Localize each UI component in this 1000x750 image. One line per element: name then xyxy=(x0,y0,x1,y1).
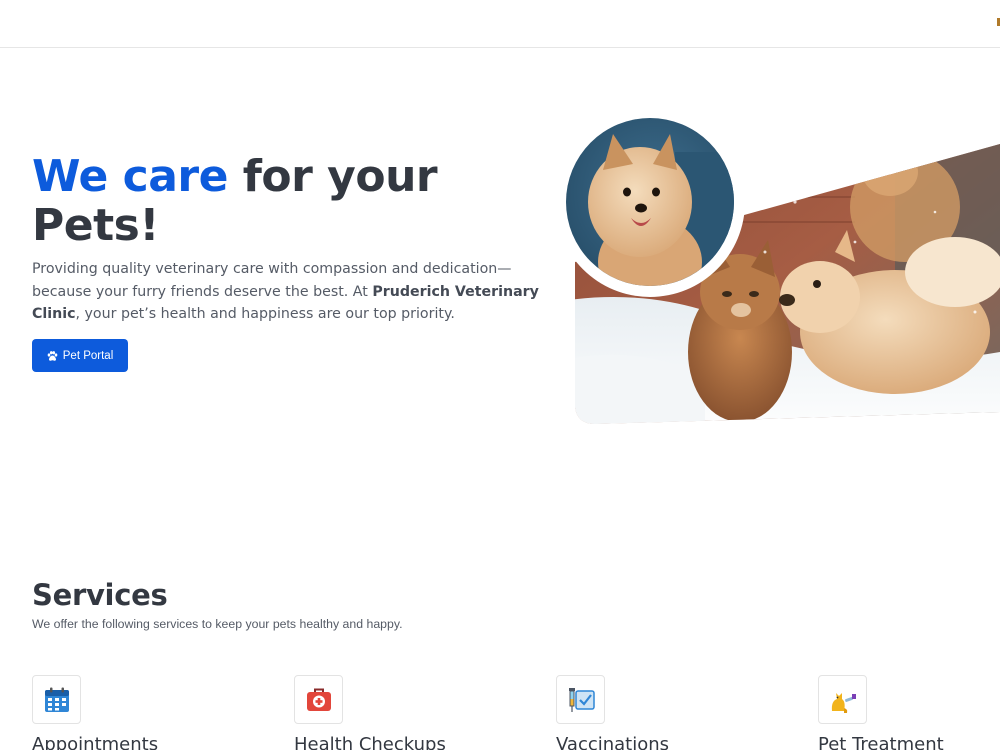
service-card-pet-treatment[interactable]: Pet Treatment xyxy=(818,675,1000,750)
service-title: Pet Treatment xyxy=(818,734,944,750)
service-card-vaccinations[interactable]: Vaccinations xyxy=(556,675,796,750)
services-title: Services xyxy=(32,578,168,612)
service-title: Appointments xyxy=(32,734,159,750)
pet-portal-label: Pet Portal xyxy=(62,349,114,362)
paw-icon xyxy=(47,350,58,361)
hero-title: We care for your Pets! xyxy=(32,152,552,250)
syringe-icon xyxy=(556,675,605,724)
hero-description-end: , your pet’s health and happiness are ou… xyxy=(75,306,455,323)
service-card-health-checkups[interactable]: Health Checkups xyxy=(294,675,534,750)
hero-title-accent: We care xyxy=(32,151,228,202)
pet-treatment-icon xyxy=(818,675,867,724)
service-title: Vaccinations xyxy=(556,734,670,750)
hero-description: Providing quality veterinary care with c… xyxy=(32,258,547,326)
first-aid-kit-icon xyxy=(294,675,343,724)
top-navbar xyxy=(0,0,1000,48)
hero-pet-photos xyxy=(555,107,1000,442)
services-subtitle: We offer the following services to keep … xyxy=(32,617,403,631)
service-card-appointments[interactable]: Appointments xyxy=(32,675,272,750)
service-title: Health Checkups xyxy=(294,734,446,750)
calendar-icon xyxy=(32,675,81,724)
pet-portal-button[interactable]: Pet Portal xyxy=(32,339,128,372)
